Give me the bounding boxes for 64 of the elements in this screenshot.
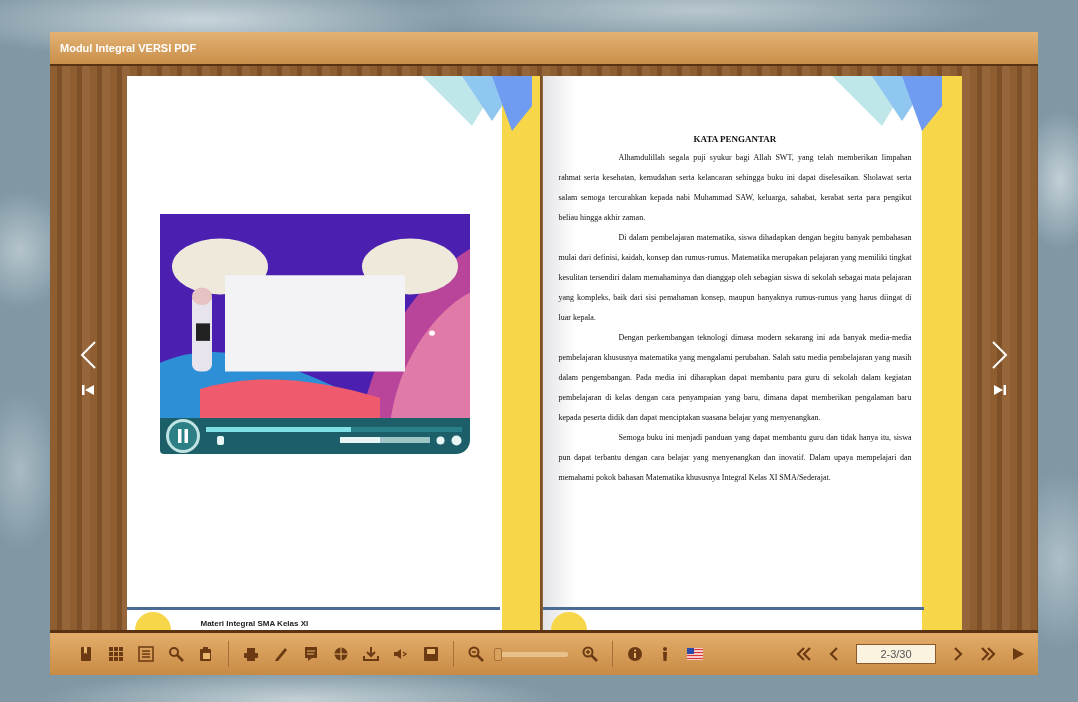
play-icon (1010, 646, 1026, 662)
flag-icon (687, 646, 703, 662)
save-icon (423, 646, 439, 662)
zoom-out-icon (468, 646, 484, 662)
language-button[interactable] (687, 646, 703, 662)
clipboard-icon (198, 646, 214, 662)
globe-button[interactable] (333, 646, 349, 662)
page-number-field[interactable]: 2-3/30 (856, 644, 936, 664)
print-button[interactable] (243, 646, 259, 662)
save-button[interactable] (423, 646, 439, 662)
note-button[interactable] (303, 646, 319, 662)
autoplay-button[interactable] (1010, 646, 1026, 662)
download-icon (363, 646, 379, 662)
slider-thumb[interactable] (494, 647, 502, 661)
fullscreen-icon (450, 434, 462, 446)
double-chevron-right-icon (980, 646, 996, 662)
speaker-icon (393, 646, 409, 662)
info-button[interactable] (627, 646, 643, 662)
pen-icon (273, 646, 289, 662)
paragraph: Alhamdulillah segala puji syukur bagi Allah SWT, yang telah memberikan limpahan rahmat serta kesehatan, kemudahan serta kelancaran sehingga buku ini dapat diselesaikan. Sholawat serta salam semoga tercurahkan kepada nabi Muhammad SAW, keluarga, sahabat, kerabat serta para pengikut beliau hingga akhir zaman. (558, 152, 912, 224)
zoom-in-icon (582, 646, 598, 662)
printer-icon (243, 646, 259, 662)
chevron-right-icon (990, 340, 1009, 370)
pause-button[interactable] (165, 419, 200, 453)
zoom-out-button[interactable] (468, 646, 484, 662)
grid-icon (108, 646, 124, 662)
video-progress-bar[interactable] (205, 426, 462, 432)
last-page-button[interactable] (993, 384, 1006, 396)
skip-to-end-icon (993, 384, 1006, 396)
previous-page-button[interactable] (79, 340, 98, 370)
first-page-button[interactable] (82, 384, 95, 396)
skip-to-start-icon (82, 384, 95, 396)
bookmark-button[interactable] (78, 646, 94, 662)
next-page-button[interactable] (990, 340, 1009, 370)
zoom-in-button[interactable] (582, 646, 598, 662)
search-icon (168, 646, 184, 662)
sound-button[interactable] (393, 646, 409, 662)
last-page-button[interactable] (980, 646, 996, 662)
clipboard-button[interactable] (198, 646, 214, 662)
pen-button[interactable] (273, 646, 289, 662)
settings-icon (435, 434, 445, 446)
page-heading: KATA PENGANTAR (692, 134, 778, 144)
search-button[interactable] (168, 646, 184, 662)
paragraph: Dengan perkembangan teknologi dimasa modern sekarang ini ada banyak media-media pembelajaran khususnya matematika yang mengalami perubahan. Salah satu media pembelajaran yang masih dalam pengembangan. Pada media ini diharapkan dapat membantu para guru di sekolah dalam kegiatan pembelajaran di kelas dengan cara penyampaian yang baru, dimana dapat memberikan pengalaman baru kepada peserta didik dan dapat menciptakan suasana belajar yang menyenangkan. (558, 332, 912, 424)
note-icon (303, 646, 319, 662)
double-chevron-left-icon (796, 646, 812, 662)
contents-button[interactable] (138, 646, 154, 662)
first-page-button[interactable] (796, 646, 812, 662)
window-title: Modul Integral VERSI PDF (60, 42, 197, 54)
paragraph: Di dalam pembelajaran matematika, siswa dihadapkan dengan begitu banyak pembahasan mulai dari definisi, kaidah, konsep dan rumus-rumus. Matematika merupakan pelajaran yang memiliki tingkat kesulitan tersendiri dalam memahaminya dan dianggap oleh sebagian siswa di sekolah sebagai mata pelajaran yang kompleks, baik dari sisi pemahaman konsep, maupun banyaknya rumus-rumus yang harus diingat di luar kepala. (558, 232, 912, 324)
page-footer: Materi Integral SMA Kelas XI (200, 612, 309, 628)
pause-icon (175, 428, 190, 444)
list-icon (138, 646, 154, 662)
chevron-left-icon (79, 340, 98, 370)
speaker-icon (215, 434, 225, 446)
volume-slider[interactable] (339, 437, 430, 443)
paragraph: Semoga buku ini menjadi panduan yang dapat membantu guru dan tidak hanya itu, siswa pun dapat terbantu dengan cara belajar yang menyenangkan dan inovatif. Dalam upaya mempelajari dan memahami pokok bahasan Matematika khususnya Integral Kelas XI SMA/Sederajat. (558, 432, 912, 484)
semicircle-decoration (550, 612, 587, 630)
thumbnails-button[interactable] (108, 646, 124, 662)
semicircle-decoration (134, 612, 171, 630)
download-button[interactable] (363, 646, 379, 662)
bookmark-icon (78, 646, 94, 662)
info-icon (627, 646, 643, 662)
globe-icon (333, 646, 349, 662)
